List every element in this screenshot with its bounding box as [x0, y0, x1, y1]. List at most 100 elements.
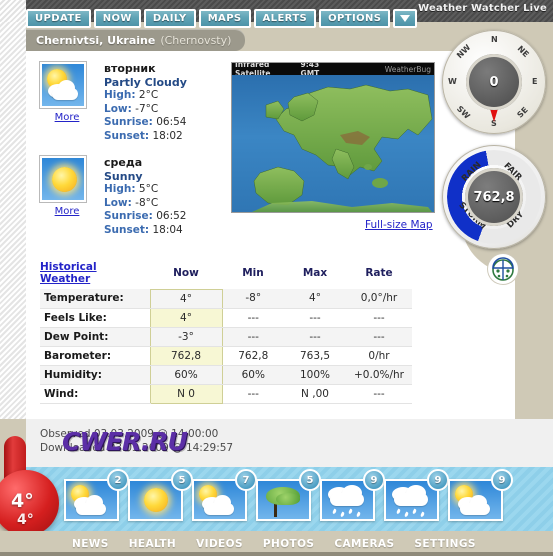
row-min: --- — [222, 327, 284, 347]
strip-item[interactable]: 2 — [64, 469, 129, 521]
strip-item-temp: 5 — [299, 469, 321, 491]
row-rate: --- — [346, 327, 412, 347]
row-min: --- — [222, 308, 284, 328]
forecast-high-row: High: 2°C — [104, 89, 187, 103]
partly-cloudy-icon — [40, 62, 86, 108]
forecast-sunrise-label: Sunrise: — [104, 116, 153, 128]
historical-weather-link[interactable]: Historical Weather — [40, 259, 150, 289]
toolbar-button-alerts[interactable]: ALERTS — [253, 9, 317, 28]
chevron-down-icon[interactable] — [393, 9, 418, 28]
bottom-nav-settings[interactable]: SETTINGS — [414, 538, 475, 550]
row-max: --- — [284, 327, 346, 347]
strip-item[interactable]: 9 — [320, 469, 385, 521]
row-label: Barometer: — [40, 346, 150, 366]
row-now: 4° — [149, 288, 223, 309]
row-now: 60% — [149, 365, 223, 385]
forecast-sunrise-row: Sunrise: 06:52 — [104, 210, 186, 224]
forecast-sunset-value: 18:04 — [152, 223, 183, 236]
forecast-day: вторник — [104, 62, 156, 75]
cwer-watermark: CWER.RU — [40, 413, 190, 467]
compass-dir-w: W — [448, 77, 457, 86]
row-rate: --- — [346, 384, 412, 404]
table-row: Wind: N 0 --- N ,00 --- — [40, 384, 412, 404]
table-row: Humidity: 60% 60% 100% +0.0%/hr — [40, 365, 412, 385]
forecast-high-label: High: — [104, 89, 136, 101]
strip-item[interactable]: 5 — [128, 469, 193, 521]
bottom-nav-cameras[interactable]: CAMERAS — [334, 538, 394, 550]
row-label: Feels Like: — [40, 308, 150, 328]
row-now: 762,8 — [149, 346, 223, 366]
row-max: N ,00 — [284, 384, 346, 404]
barometer-gauge: RAIN FAIR DRY STORM 762,8 — [442, 145, 546, 249]
toolbar-button-update[interactable]: UPDATE — [26, 9, 91, 28]
fullsize-map-link[interactable]: Full-size Map — [365, 219, 433, 231]
strip-item[interactable]: 7 — [192, 469, 257, 521]
forecast-text: вторник Partly Cloudy High: 2°C Low: -7°… — [104, 62, 187, 143]
forecast-high-value: 2°C — [138, 89, 159, 101]
sunny-icon — [40, 156, 86, 202]
table-row: Temperature: 4° -8° 4° 0,0°/hr — [40, 288, 412, 309]
compass-dir-nw: NW — [455, 42, 473, 61]
barometer-value: 762,8 — [465, 168, 523, 226]
forecast-high-label: High: — [104, 183, 136, 195]
toolbar-button-options[interactable]: OPTIONS — [319, 9, 391, 28]
satellite-map[interactable]: Infrared Satellite 9:43 GMT WeatherBug — [231, 62, 435, 213]
strip-item[interactable]: 9 — [384, 469, 449, 521]
forecast-text: среда Sunny High: 5°C Low: -8°C Sunrise:… — [104, 156, 186, 237]
forecast-day: среда — [104, 156, 143, 169]
forecast-low-row: Low: -8°C — [104, 197, 186, 211]
row-label: Humidity: — [40, 365, 150, 385]
forecast-high-value: 5°C — [138, 183, 159, 195]
row-max: --- — [284, 308, 346, 328]
bottom-nav-news[interactable]: NEWS — [72, 538, 109, 550]
forecast-sunset-row: Sunset: 18:02 — [104, 130, 187, 144]
forecast-more-link[interactable]: More — [40, 206, 94, 217]
table-header-min: Min — [242, 267, 264, 279]
toolbar-button-daily[interactable]: DAILY — [143, 9, 196, 28]
row-now: N 0 — [149, 384, 223, 404]
toolbar-button-now[interactable]: NOW — [93, 9, 141, 28]
row-min: -8° — [222, 289, 284, 309]
forecast-card: More вторник Partly Cloudy High: 2°C Low… — [40, 62, 187, 143]
wind-compass-gauge: N NE E SE S SW W NW 0 — [442, 30, 546, 134]
compass-value: 0 — [466, 54, 522, 110]
map-watermark: WeatherBug — [384, 64, 431, 74]
location-tab[interactable]: Chernivtsi, Ukraine (Chernovsty) — [26, 29, 246, 51]
forecast-icon-column: More — [40, 156, 94, 237]
strip-item-temp: 2 — [107, 469, 129, 491]
forecast-more-link[interactable]: More — [40, 112, 94, 123]
row-rate: --- — [346, 308, 412, 328]
forecast-sunset-label: Sunset: — [104, 223, 150, 236]
current-temperature: 4° — [11, 490, 34, 512]
weather-watcher-window: Weather Watcher Live UPDATE NOW DAILY MA… — [0, 0, 553, 556]
toolbar-button-maps[interactable]: MAPS — [198, 9, 251, 28]
forecast-condition: Sunny — [104, 169, 143, 183]
bottom-nav-photos[interactable]: PHOTOS — [263, 538, 314, 550]
row-now: 4° — [149, 308, 223, 328]
table-header-row: Historical Weather Now Min Max Rate — [40, 259, 412, 289]
row-min: --- — [222, 384, 284, 404]
forecast-sunrise-value: 06:54 — [156, 116, 187, 128]
bottom-nav-health[interactable]: HEALTH — [129, 538, 176, 550]
ladybug-icon[interactable] — [488, 254, 518, 284]
strip-item[interactable]: 5 — [256, 469, 321, 521]
cwer-watermark-text: CWER.RU — [62, 427, 188, 456]
table-row: Dew Point: -3° --- --- --- — [40, 327, 412, 347]
row-label: Wind: — [40, 384, 150, 404]
forecast-sunset-label: Sunset: — [104, 129, 150, 142]
window-bottom-frame — [0, 552, 553, 556]
location-city: Chernivtsi, Ukraine — [36, 33, 156, 47]
forecast-sunset-value: 18:02 — [152, 129, 183, 142]
bottom-nav-videos[interactable]: VIDEOS — [196, 538, 243, 550]
forecast-low-value: -7°C — [135, 102, 159, 115]
strip-item[interactable]: 9 — [448, 469, 513, 521]
table-header-max: Max — [302, 267, 328, 279]
compass-dir-ne: NE — [515, 44, 531, 59]
strip-item-temp: 5 — [171, 469, 193, 491]
compass-dir-n: N — [491, 35, 498, 44]
row-rate: +0.0%/hr — [346, 365, 412, 385]
compass-dir-se: SE — [515, 105, 530, 120]
row-min: 60% — [222, 365, 284, 385]
row-rate: 0/hr — [346, 346, 412, 366]
strip-item-temp: 9 — [363, 469, 385, 491]
